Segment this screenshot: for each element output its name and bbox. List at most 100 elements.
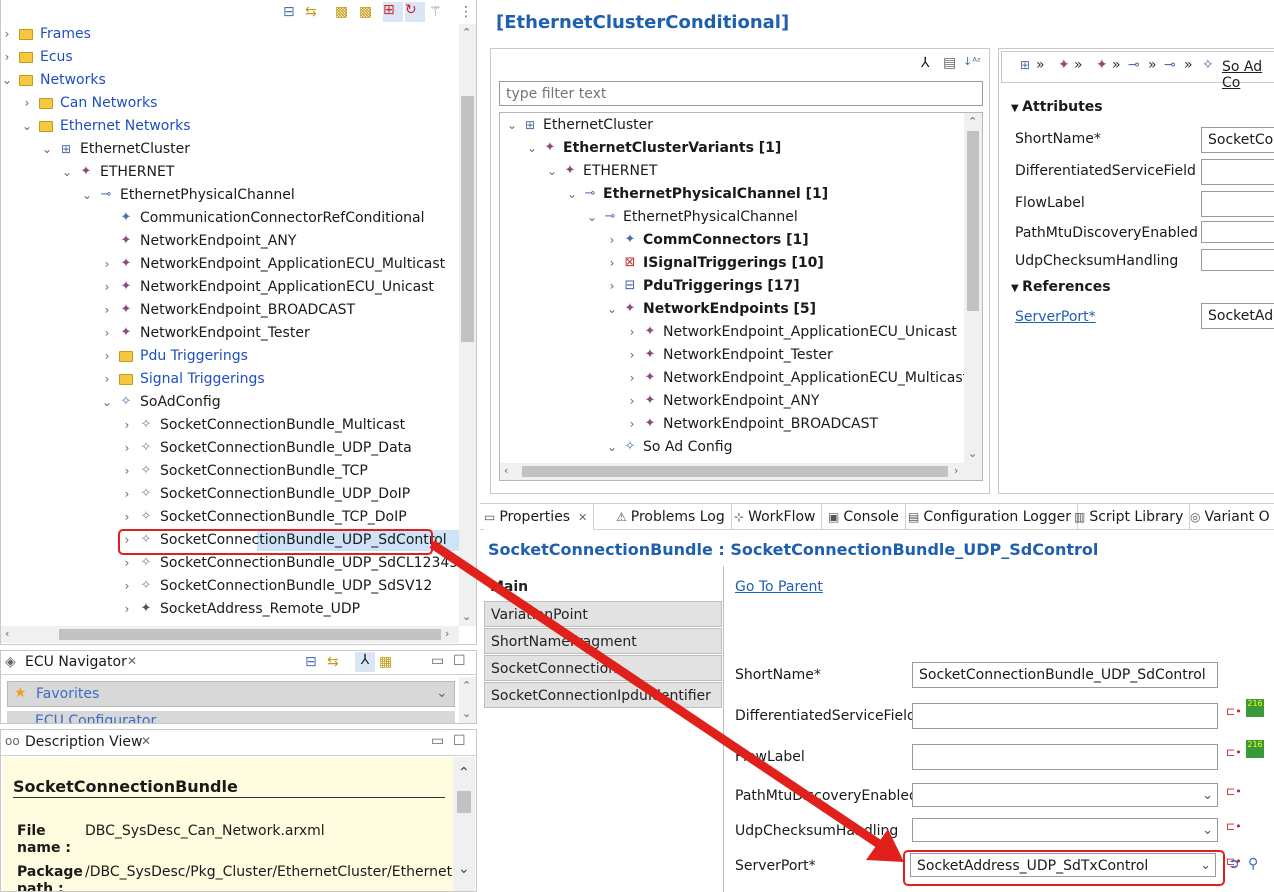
variant-marker-icon[interactable]: ⊏• [1226,705,1242,718]
collapse-toggle-icon[interactable]: › [101,345,113,368]
view-menu-icon[interactable]: ⋮ [459,4,473,20]
collapse-toggle-icon[interactable]: › [121,552,133,575]
collapse-toggle-icon[interactable]: › [626,321,638,344]
editor-tree-item[interactable]: › ⊟ PduTriggerings [17] [500,275,964,298]
property-input[interactable]: SocketConnectionBundle_UDP_SdControl [912,662,1218,688]
ecu-configurator-bar[interactable]: ECU Configurator [7,711,455,723]
bottom-tab[interactable]: ▤ Configuration Logger [908,504,1078,530]
filter-icon-2[interactable]: ▩ [359,4,372,20]
ecu-navigator-title[interactable]: ECU Navigator [25,654,127,670]
tree-item[interactable]: › Pdu Triggerings [1,345,459,368]
property-input[interactable] [912,744,1218,770]
channel-icon[interactable]: ⊸ [1164,57,1176,73]
minimize-icon[interactable]: ▭ [431,733,444,749]
breadcrumb-current[interactable]: So Ad Co [1222,59,1274,91]
collapse-toggle-icon[interactable]: › [121,506,133,529]
side-tab[interactable]: VariationPoint [484,601,722,627]
collapse-toggle-icon[interactable]: › [606,252,618,275]
collapse-toggle-icon[interactable]: › [121,598,133,621]
bottom-tab[interactable]: ▭ Properties ✕ [484,504,595,530]
chevron-down-icon[interactable]: ⌄ [1202,784,1213,806]
close-icon[interactable]: ✕ [578,511,587,524]
attribute-field[interactable] [1201,249,1274,271]
tree-item[interactable]: › Frames [1,23,459,46]
expand-toggle-icon[interactable]: ⌄ [546,160,558,183]
expand-toggle-icon[interactable]: ⌄ [606,436,618,459]
expand-toggle-icon[interactable]: ⌄ [526,137,538,160]
tree-item[interactable]: ⌄ ⊸ EthernetPhysicalChannel [1,184,459,207]
editor-tree-item[interactable]: ⌄ ✧ So Ad Config [500,436,964,459]
tree-item[interactable]: › Ecus [1,46,459,69]
expand-toggle-icon[interactable]: ⌄ [1,69,13,92]
collapse-toggle-icon[interactable]: › [1,46,13,69]
collapse-toggle-icon[interactable]: › [101,299,113,322]
collapse-toggle-icon[interactable]: › [101,322,113,345]
references-header[interactable]: ▼ References [1011,279,1111,295]
editor-tree-item[interactable]: ⌄ ⊸ EthernetPhysicalChannel [1] [500,183,964,206]
side-tab[interactable]: SocketConnection [484,655,722,681]
editor-tree-item[interactable]: › ✦ NetworkEndpoint_ApplicationECU_Unicast [500,321,964,344]
tree-horizontal-scrollbar[interactable]: ‹ › [1,626,459,643]
collapse-toggle-icon[interactable]: › [101,276,113,299]
editor-tree-item[interactable]: › ✦ NetworkEndpoint_BROADCAST [500,413,964,436]
server-port-value[interactable]: SocketAddr [1201,303,1274,329]
expand-toggle-icon[interactable]: ⌄ [586,206,598,229]
collapse-toggle-icon[interactable]: › [626,413,638,436]
bottom-tab[interactable]: ⚠ Problems Log [616,504,732,530]
favorites-bar[interactable]: ★ Favorites ⌄ [7,681,455,707]
description-scrollbar[interactable]: ⌃ ⌄ [453,757,475,891]
property-combo[interactable]: ⌄ [912,783,1218,807]
server-port-link[interactable]: ServerPort* [1015,309,1096,325]
maximize-icon[interactable]: ☐ [453,733,466,749]
expand-toggle-icon[interactable]: ⌄ [81,184,93,207]
collapse-toggle-icon[interactable]: › [121,414,133,437]
tree-item[interactable]: › ✧ SocketConnectionBundle_TCP [1,460,459,483]
refresh-icon[interactable]: ↻ [405,2,425,22]
tree-item[interactable]: › Signal Triggerings [1,368,459,391]
bottom-tab[interactable]: ▥ Script Library [1074,504,1191,530]
variant-marker-icon[interactable]: ⊏• [1226,820,1242,833]
side-tab[interactable]: ShortNameFragment [484,628,722,654]
tree-item[interactable]: › ✦ SocketAddress_Remote_UDP [1,598,459,621]
editor-tree-item[interactable]: › ⊠ ISignalTriggerings [10] [500,252,964,275]
editor-tree-item[interactable]: › ✦ NetworkEndpoint_ANY [500,390,964,413]
editor-tree-item[interactable]: ⌄ ⊞ EthernetCluster [500,114,964,137]
close-icon[interactable]: ✕ [127,654,137,668]
collapse-toggle-icon[interactable]: › [21,92,33,115]
editor-tree-vscroll[interactable]: ⌃ ⌄ [964,113,982,463]
close-icon[interactable]: ✕ [141,734,151,748]
expand-toggle-icon[interactable]: ⌄ [506,114,518,137]
cluster-icon[interactable]: ⊞ [1020,58,1030,72]
collapse-toggle-icon[interactable]: › [1,23,13,46]
tree-item[interactable]: › ✧ SocketConnectionBundle_UDP_SdControl [1,529,459,552]
expand-toggle-icon[interactable]: ⌄ [61,161,73,184]
attribute-field[interactable]: SocketCon [1201,127,1274,153]
tree-item[interactable]: › ✧ SocketConnectionBundle_UDP_SdSV12 [1,575,459,598]
side-tab[interactable]: SocketConnectionIpduIdentifier [484,682,722,708]
editor-tree-item[interactable]: › ✦ NetworkEndpoint_ApplicationECU_Multica… [500,367,964,390]
editor-tree-item[interactable]: ⌄ ✦ EthernetClusterVariants [1] [500,137,964,160]
expand-toggle-icon[interactable]: ⌄ [21,115,33,138]
sort-az-icon[interactable]: ↓ᴬᶻ [963,55,981,68]
tree-item[interactable]: ⌄ Networks [1,69,459,92]
tree-item[interactable]: ⌄ Ethernet Networks [1,115,459,138]
collapse-toggle-icon[interactable]: › [626,390,638,413]
editor-tree-item[interactable]: › ✦ NetworkEndpoint_Tester [500,344,964,367]
tree-item[interactable]: › ✧ SocketConnectionBundle_Multicast [1,414,459,437]
search-icon[interactable]: ⚲ [1248,856,1258,872]
editor-tree-item[interactable]: ⌄ ⊸ EthernetPhysicalChannel [500,206,964,229]
collapse-toggle-icon[interactable]: › [626,367,638,390]
collapse-toggle-icon[interactable]: › [121,437,133,460]
property-combo[interactable]: SocketAddress_UDP_SdTxControl ⌄ [910,853,1216,877]
channel-icon[interactable]: ⊸ [1128,57,1140,73]
bottom-tab[interactable]: ⊹ WorkFlow [734,504,823,530]
document-icon[interactable]: ▤ [943,55,956,71]
tree-item[interactable]: › ✦ NetworkEndpoint_ApplicationECU_Multica… [1,253,459,276]
hierarchy-icon[interactable]: ⅄ [355,652,375,672]
attributes-header[interactable]: ▼ Attributes [1011,99,1103,115]
tree-item[interactable]: › ✦ NetworkEndpoint_Tester [1,322,459,345]
tree-item[interactable]: ⌄ ✦ ETHERNET [1,161,459,184]
tree-item[interactable]: › ✦ NetworkEndpoint_BROADCAST [1,299,459,322]
tree-item[interactable]: › ✧ SocketConnectionBundle_TCP_DoIP [1,506,459,529]
numeric-format-icon[interactable]: 216 [1246,740,1264,758]
